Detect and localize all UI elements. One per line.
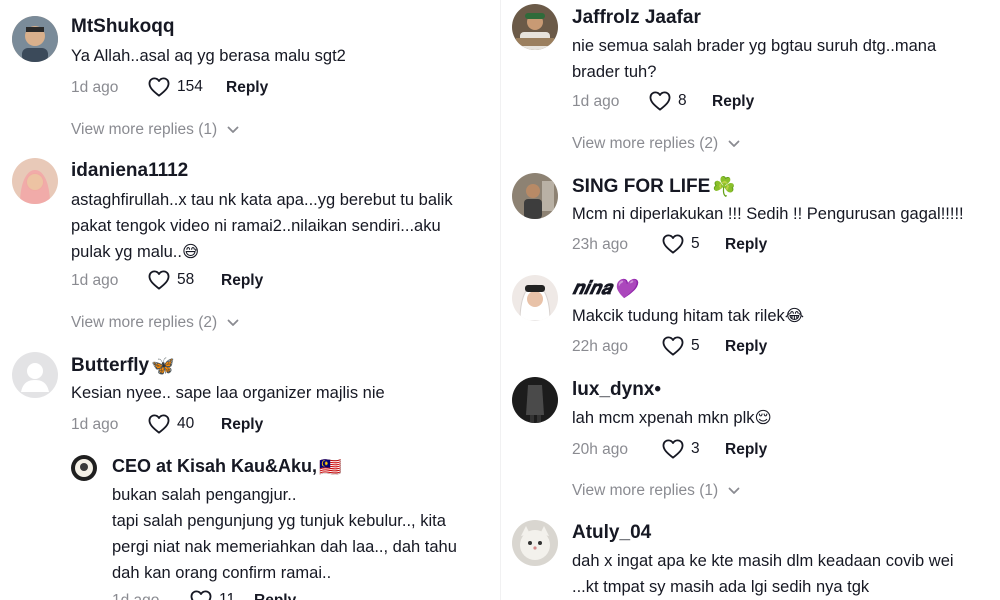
avatar[interactable] [512,520,558,566]
like-button[interactable]: 11 [190,590,235,600]
comment-username[interactable]: MtShukoqq [71,16,174,38]
heart-icon [148,270,170,290]
heart-icon [190,590,212,600]
reply-button[interactable]: Reply [725,441,767,459]
heart-icon [662,234,684,254]
avatar[interactable] [512,173,558,219]
comment-username[interactable]: Atuly_04 [572,522,651,544]
like-button[interactable]: 5 [662,234,700,254]
heart-icon [148,414,170,434]
avatar[interactable] [512,275,558,321]
like-count: 11 [219,591,236,600]
comments-column-left: MtShukoqq Ya Allah..asal aq yg berasa ma… [0,0,500,600]
avatar[interactable] [12,16,58,62]
avatar[interactable] [512,4,558,50]
comment-text: Makcik tudung hitam tak rilek😂 [572,307,805,325]
like-button[interactable]: 3 [662,439,700,459]
comment-time: 1d ago [71,416,119,433]
comment-text: lah mcm xpenah mkn plk😌 [572,409,772,427]
chevron-down-icon [728,487,740,495]
comments-column-right: Jaffrolz Jaafar nie semua salah brader y… [500,0,1000,600]
comment-username[interactable]: 𝒏𝒊𝒏𝒂 💜 [572,277,637,301]
butterfly-emoji: 🦋 [151,356,175,377]
reply-button[interactable]: Reply [725,338,767,356]
chevron-down-icon [227,319,239,327]
reply-text: bukan salah pengangjur.. tapi salah peng… [112,486,457,582]
reply-button[interactable]: Reply [725,236,767,254]
comment-time: 22h ago [572,338,629,355]
avatar[interactable] [512,377,558,423]
view-more-replies[interactable]: View more replies (2) [572,135,740,153]
avatar[interactable] [71,455,97,481]
comment-username[interactable]: Butterfly 🦋 [71,354,175,378]
comment-text: astaghfirullah..x tau nk kata apa...yg b… [71,191,453,261]
like-button[interactable]: 58 [148,270,194,290]
reply-username[interactable]: CEO at Kisah Kau&Aku, 🇲🇾 [112,456,341,478]
shamrock-emoji: ☘️ [712,177,736,198]
like-count: 3 [691,440,700,457]
malaysia-flag-emoji: 🇲🇾 [319,456,342,477]
comment-time: 1d ago [71,272,119,289]
avatar[interactable] [12,352,58,398]
chevron-down-icon [728,140,740,148]
reply-button[interactable]: Reply [221,416,263,434]
like-button[interactable]: 8 [649,91,687,111]
view-more-replies[interactable]: View more replies (1) [71,121,239,139]
comment-text: Ya Allah..asal aq yg berasa malu sgt2 [71,47,346,65]
comment-time: 20h ago [572,441,629,458]
comment-text: dah x ingat apa ke kte masih dlm keadaan… [572,552,954,596]
like-count: 58 [177,271,195,288]
reply-button[interactable]: Reply [254,592,296,600]
comment-text: nie semua salah brader yg bgtau suruh dt… [572,37,937,81]
reply-time: 1d ago [112,592,159,600]
like-count: 5 [691,337,700,354]
reply-button[interactable]: Reply [712,93,754,111]
like-count: 5 [691,235,700,252]
chevron-down-icon [227,126,239,134]
heart-icon [649,91,671,111]
comment-username[interactable]: lux_dynx• [572,379,661,401]
like-button[interactable]: 5 [662,336,700,356]
comment-username[interactable]: Jaffrolz Jaafar [572,7,701,29]
like-count: 154 [177,78,203,95]
comment-username[interactable]: idaniena1112 [71,160,188,182]
like-count: 8 [678,92,687,109]
heart-icon [662,336,684,356]
view-more-replies[interactable]: View more replies (2) [71,314,239,332]
comment-username[interactable]: SING FOR LIFE ☘️ [572,175,736,199]
purple-heart-emoji: 💜 [613,279,638,300]
heart-icon [148,77,170,97]
comment-time: 1d ago [572,93,620,110]
like-count: 40 [177,415,195,432]
view-more-replies[interactable]: View more replies (1) [572,482,740,500]
comment-text: Mcm ni diperlakukan !!! Sedih !! Penguru… [572,205,964,223]
reply-button[interactable]: Reply [226,79,268,97]
like-button[interactable]: 40 [148,414,194,434]
comment-time: 1d ago [71,79,119,96]
comment-time: 23h ago [572,236,629,253]
like-button[interactable]: 154 [148,77,203,97]
comment-text: Kesian nyee.. sape laa organizer majlis … [71,384,385,402]
heart-icon [662,439,684,459]
avatar[interactable] [12,158,58,204]
reply-button[interactable]: Reply [221,272,263,290]
